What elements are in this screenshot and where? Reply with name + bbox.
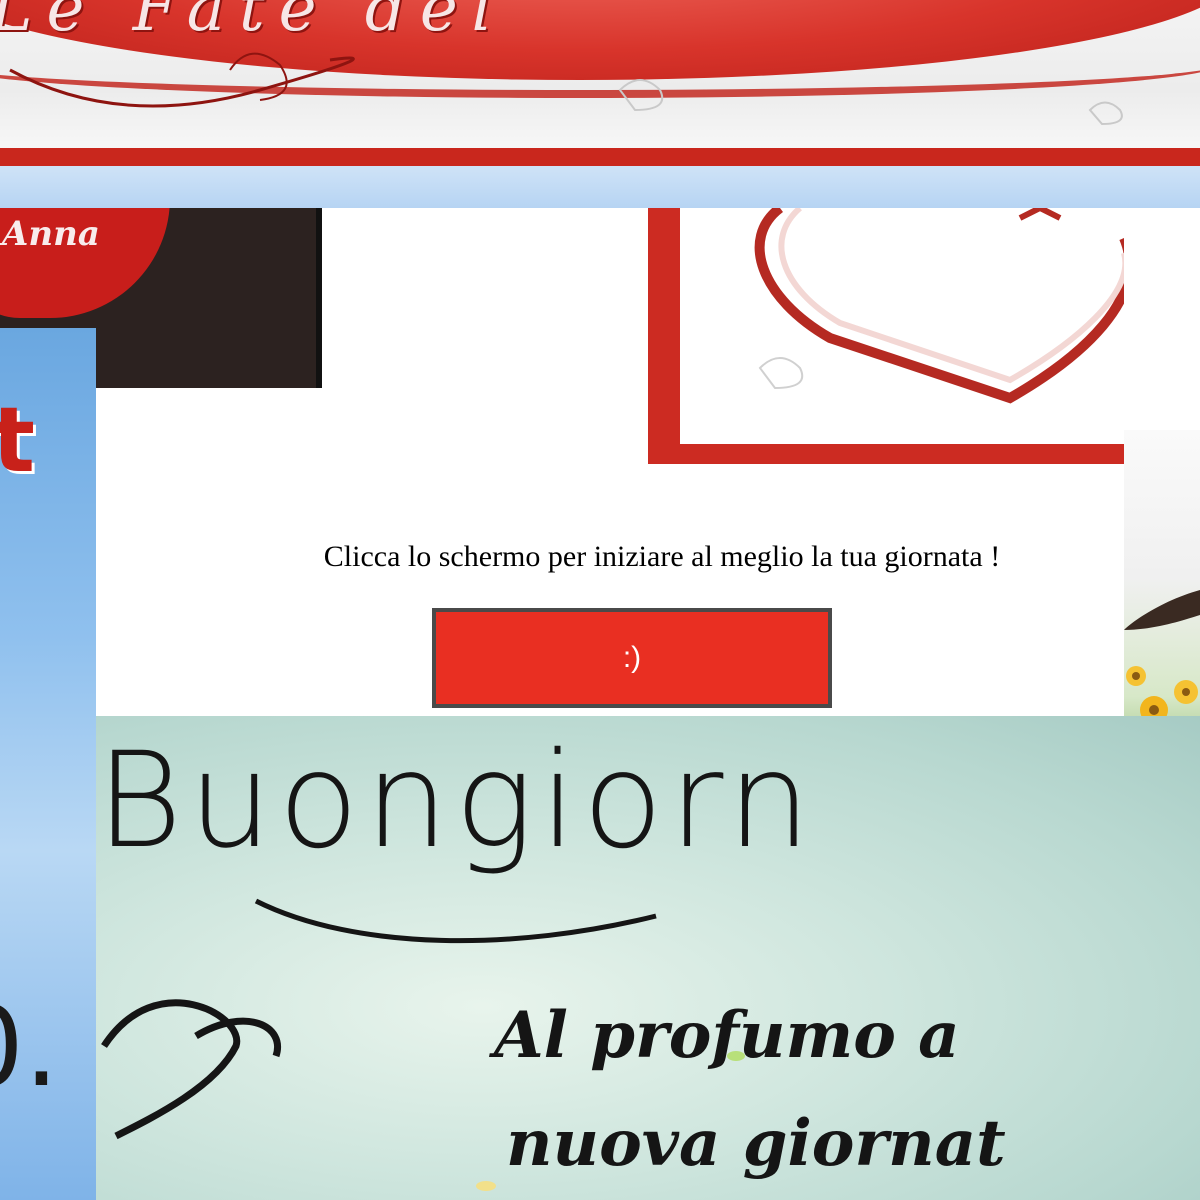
banner-red-stripe — [0, 148, 1200, 166]
right-framed-heart-image — [648, 208, 1124, 464]
heart-outline-icon — [754, 208, 1124, 404]
left-sky-image: t 0. — [0, 328, 96, 1200]
sky-glyph-top: t — [0, 388, 36, 493]
greeting-line-2: nuova giornat — [506, 1106, 1006, 1181]
greeting-line-1: Al profumo a — [494, 998, 960, 1073]
card-name-text: Anna — [2, 214, 100, 254]
frame-inner — [680, 208, 1124, 444]
start-button[interactable]: :) — [432, 608, 832, 708]
banner-flourish-icon — [9, 52, 1123, 126]
sky-glyph-bottom: 0. — [0, 983, 59, 1111]
banner-blue-stripe — [0, 166, 1200, 208]
top-banner-image: Le Fate del — [0, 0, 1200, 150]
buongiorno-greeting-image: Buongiorn Al profumo a nuova giornat — [96, 716, 1200, 1200]
start-prompt-text: Clicca lo schermo per iniziare al meglio… — [323, 540, 1001, 573]
